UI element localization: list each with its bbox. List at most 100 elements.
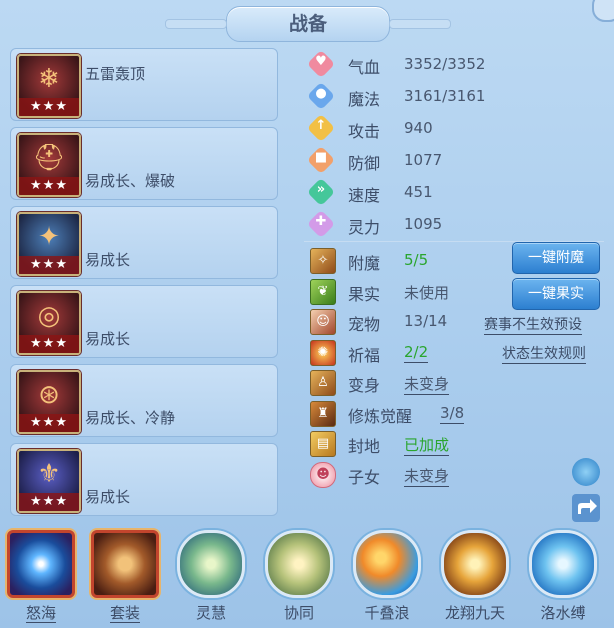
equipment-slot[interactable]: ❄ ★★★ 五雷轰顶	[10, 48, 278, 121]
twin-figures-icon	[265, 530, 333, 598]
star-rating: ★★★	[19, 414, 79, 432]
star-rating: ★★★	[19, 177, 79, 195]
dragon-flight-icon	[441, 530, 509, 598]
equipment-slot[interactable]: ⛑ ★★★ 易成长、爆破	[10, 127, 278, 200]
stat-value: 3161/3161	[404, 87, 486, 105]
attr-label: 修炼觉醒	[348, 406, 413, 426]
skill-label: 龙翔九天	[444, 604, 505, 622]
page-title: 战备	[165, 6, 451, 42]
stat-value: 940	[404, 119, 433, 137]
attr-label: 封地	[348, 437, 381, 456]
red-belt-icon: ⊛ ★★★	[17, 370, 81, 434]
stat-label: 防御	[348, 154, 381, 173]
stat-label: 攻击	[348, 122, 381, 141]
star-rating: ★★★	[19, 256, 79, 274]
stats-panel: ♥ 气血 3352/3352 ● 魔法 3161/3161 ↑ 攻击 940 ■…	[304, 48, 604, 240]
figure-glow-icon	[177, 530, 245, 598]
share-icon[interactable]	[572, 494, 600, 522]
stat-row-mp: ● 魔法 3161/3161	[304, 80, 604, 112]
equipment-name: 易成长	[85, 330, 131, 348]
equipment-slot[interactable]: ✦ ★★★ 易成长	[10, 206, 278, 279]
swap-icon[interactable]	[572, 458, 600, 486]
stat-row-defense: ■ 防御 1077	[304, 144, 604, 176]
attr-value: 5/5	[404, 251, 429, 269]
mana-icon: ●	[306, 81, 336, 111]
equipment-slot[interactable]: ◎ ★★★ 易成长	[10, 285, 278, 358]
skill-nuhai[interactable]: 怒海	[6, 530, 76, 623]
attr-label: 变身	[348, 376, 381, 395]
star-rating: ★★★	[19, 98, 79, 116]
skill-label: 洛水缚	[540, 604, 586, 622]
attack-icon: ↑	[306, 113, 336, 143]
skill-xietong[interactable]: 协同	[264, 530, 334, 623]
stat-label: 速度	[348, 186, 381, 205]
blue-mask-icon: ✦ ★★★	[17, 212, 81, 276]
gold-necklace-icon: ◎ ★★★	[17, 291, 81, 355]
equipment-list: ❄ ★★★ 五雷轰顶 ⛑ ★★★ 易成长、爆破 ✦ ★★★ 易成长 ◎ ★★★ 易成长 …	[10, 48, 278, 522]
children-icon: ☻	[310, 461, 336, 488]
skill-suit[interactable]: 套装	[90, 530, 160, 623]
battle-prep-panel: 战备 ❄ ★★★ 五雷轰顶 ⛑ ★★★ 易成长、爆破 ✦ ★★★ 易成长 ◎ ★★★ 易…	[0, 0, 614, 628]
spirit-icon: ✚	[306, 209, 336, 239]
equipment-name: 易成长	[85, 488, 131, 506]
orb-icon	[7, 530, 75, 598]
skill-luoshuifu[interactable]: 洛水缚	[528, 530, 598, 623]
equipment-slot[interactable]: ⚜ ★★★ 易成长	[10, 443, 278, 516]
stat-row-spirit: ✚ 灵力 1095	[304, 208, 604, 240]
enchant-icon: ✧	[310, 248, 336, 274]
attr-row-cultivation[interactable]: ♜ 修炼觉醒 3/8	[304, 399, 604, 430]
skill-label: 协同	[283, 604, 314, 622]
skill-bar: 怒海 套装 灵慧 协同 千叠浪 龙翔九天 洛水缚	[0, 530, 614, 628]
stat-row-attack: ↑ 攻击 940	[304, 112, 604, 144]
cultivation-icon: ♜	[310, 400, 336, 427]
transform-icon: ♙	[310, 370, 336, 396]
attr-label: 祈福	[348, 345, 381, 365]
stat-value: 3352/3352	[404, 55, 486, 73]
attr-value[interactable]: 已加成	[404, 436, 450, 456]
stat-value: 451	[404, 183, 433, 201]
attr-row-children[interactable]: ☻ 子女 未变身	[304, 460, 604, 491]
attr-value: 未使用	[404, 283, 450, 302]
fruit-icon: ❦	[310, 278, 336, 305]
stat-label: 气血	[348, 58, 381, 77]
skill-qiandielang[interactable]: 千叠浪	[352, 530, 422, 623]
skill-label: 怒海	[25, 604, 56, 623]
speed-icon: »	[306, 177, 336, 207]
event-preset-link[interactable]: 赛事不生效预设	[484, 314, 582, 335]
skill-linghui[interactable]: 灵慧	[176, 530, 246, 623]
blessing-icon: ✺	[310, 339, 336, 366]
attr-label: 宠物	[348, 315, 381, 334]
skill-label: 套装	[109, 604, 140, 623]
equipment-name: 易成长、冷静	[85, 409, 176, 427]
attr-value[interactable]: 2/2	[404, 342, 429, 363]
skill-longxiangjiutian[interactable]: 龙翔九天	[440, 530, 510, 623]
close-button[interactable]	[592, 0, 614, 22]
skill-label: 千叠浪	[364, 604, 410, 622]
attr-value[interactable]: 未变身	[404, 466, 450, 487]
equipment-name: 易成长、爆破	[85, 172, 176, 190]
status-rules-link[interactable]: 状态生效规则	[502, 343, 586, 364]
skill-label: 灵慧	[195, 604, 226, 622]
pet-icon: ☺	[310, 309, 336, 335]
stat-row-hp: ♥ 气血 3352/3352	[304, 48, 604, 80]
heart-icon: ♥	[306, 49, 336, 79]
attr-value[interactable]: 未变身	[404, 375, 450, 395]
equipment-name: 五雷轰顶	[85, 65, 146, 83]
attr-value[interactable]: 3/8	[440, 403, 465, 424]
attr-value: 13/14	[404, 312, 448, 330]
blue-armor-icon: ⚜ ★★★	[17, 449, 81, 513]
defense-icon: ■	[306, 145, 336, 175]
equipment-name: 易成长	[85, 251, 131, 269]
attr-row-fief[interactable]: ▤ 封地 已加成	[304, 429, 604, 460]
wave-sun-icon	[353, 530, 421, 598]
stat-row-speed: » 速度 451	[304, 176, 604, 208]
stat-value: 1095	[404, 215, 443, 233]
one-click-fruit-button[interactable]: 一键果实	[512, 278, 600, 310]
one-click-enchant-button[interactable]: 一键附魔	[512, 242, 600, 274]
star-rating: ★★★	[19, 335, 79, 353]
stat-label: 灵力	[348, 218, 381, 237]
attr-label: 附魔	[348, 254, 381, 273]
stat-value: 1077	[404, 151, 443, 169]
attr-row-transform[interactable]: ♙ 变身 未变身	[304, 368, 604, 399]
equipment-slot[interactable]: ⊛ ★★★ 易成长、冷静	[10, 364, 278, 437]
